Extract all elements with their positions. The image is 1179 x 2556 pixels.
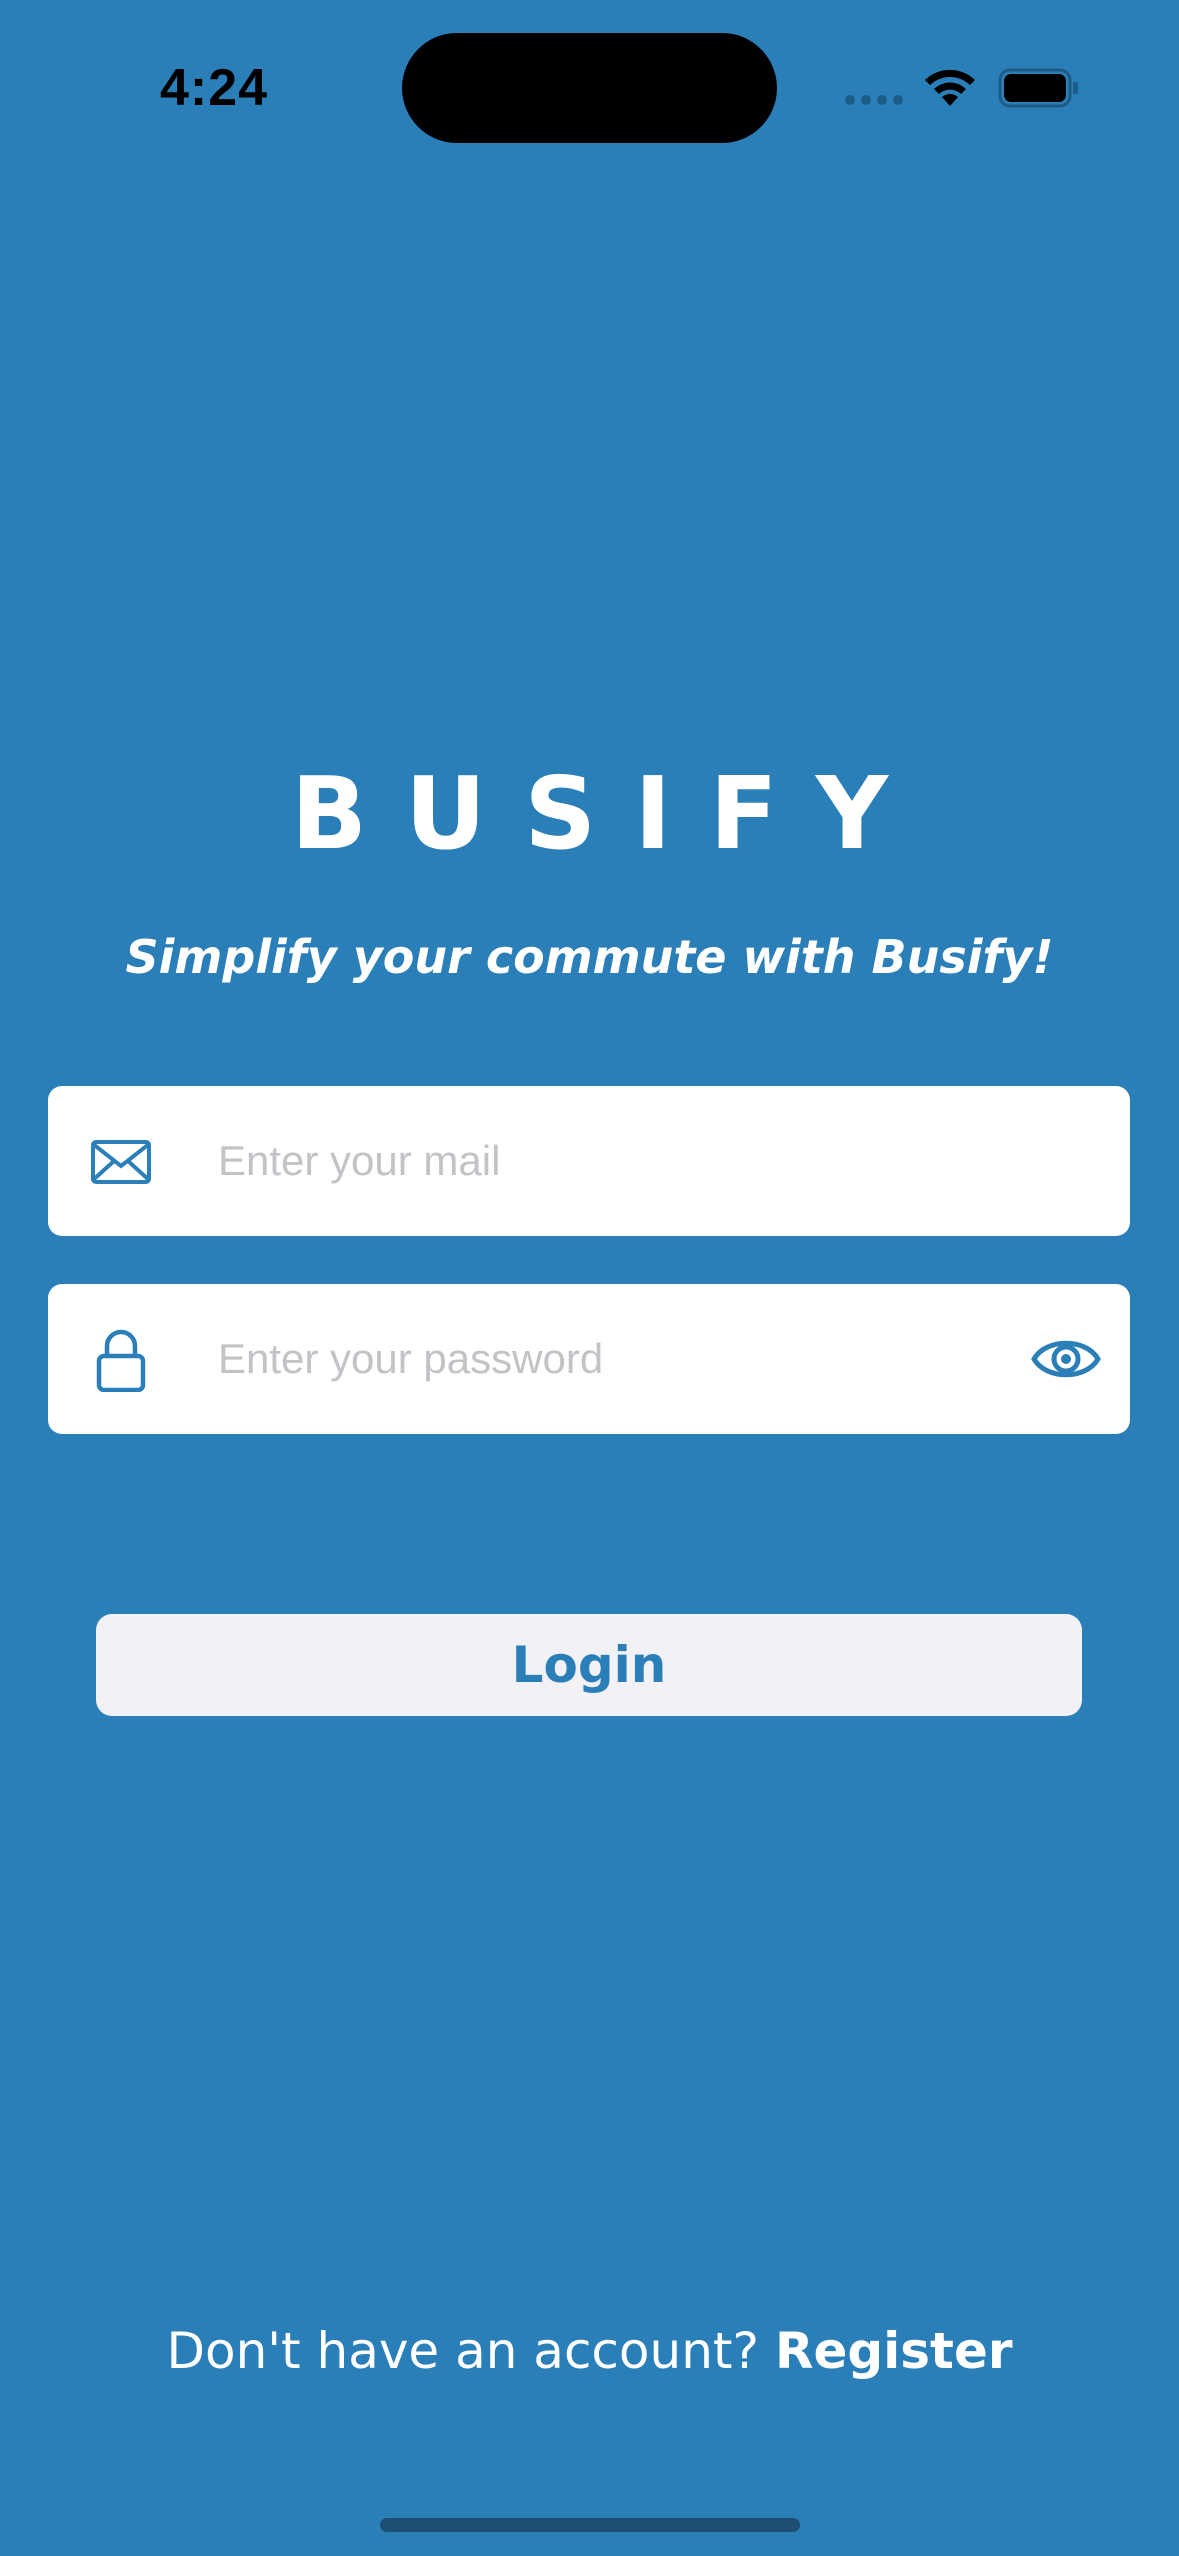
- cellular-signal-icon: [845, 95, 903, 105]
- login-button[interactable]: Login: [96, 1614, 1082, 1716]
- login-screen: 4:24 BUSIFY Simplify your commute with B…: [0, 0, 1179, 2556]
- email-field[interactable]: [48, 1086, 1130, 1236]
- register-prompt-text: Don't have an account?: [166, 2322, 775, 2380]
- eye-icon[interactable]: [1030, 1328, 1102, 1390]
- dynamic-island: [402, 33, 777, 143]
- envelope-icon: [91, 1140, 151, 1184]
- register-prompt: Don't have an account? Register: [0, 2322, 1179, 2380]
- home-indicator[interactable]: [380, 2518, 800, 2532]
- password-field[interactable]: [48, 1284, 1130, 1434]
- status-time: 4:24: [160, 59, 269, 117]
- battery-icon: [998, 68, 1078, 108]
- app-tagline: Simplify your commute with Busify!: [125, 930, 1054, 984]
- app-title: BUSIFY: [290, 755, 927, 872]
- register-link[interactable]: Register: [775, 2322, 1013, 2380]
- wifi-icon: [925, 69, 975, 106]
- password-input[interactable]: [218, 1284, 1038, 1434]
- lock-icon: [96, 1329, 146, 1392]
- email-input[interactable]: [218, 1086, 1038, 1236]
